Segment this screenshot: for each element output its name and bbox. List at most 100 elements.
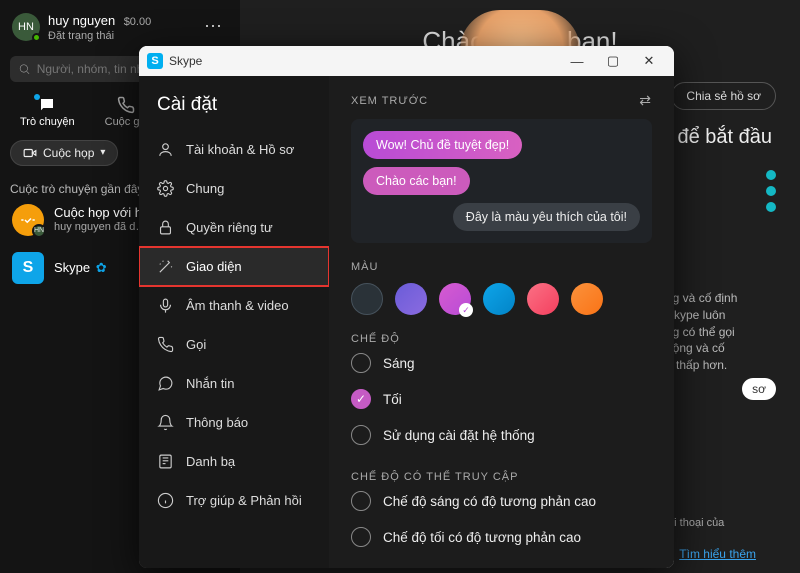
nav-item-privacy[interactable]: Quyền riêng tư bbox=[139, 208, 329, 247]
mini-avatar: HN bbox=[32, 224, 46, 238]
more-icon[interactable]: ⋯ bbox=[198, 16, 228, 37]
settings-nav: Cài đặt Tài khoản & Hồ sơ Chung Quyền ri… bbox=[139, 76, 329, 568]
nav-item-messaging[interactable]: Nhắn tin bbox=[139, 364, 329, 403]
lock-icon bbox=[157, 219, 174, 236]
tile-dots bbox=[676, 170, 776, 212]
user-name: huy nguyen bbox=[48, 13, 115, 28]
presence-dot bbox=[32, 33, 41, 42]
message-icon bbox=[157, 375, 174, 392]
mode-option-system[interactable]: Sử dụng cài đặt hệ thống bbox=[351, 417, 652, 453]
radio-icon bbox=[351, 491, 371, 511]
tab-chats[interactable]: Trò chuyện bbox=[20, 96, 75, 128]
hc-option-dark[interactable]: Chế độ tối có độ tương phản cao bbox=[351, 519, 652, 555]
video-icon bbox=[23, 146, 37, 160]
preview-bubble-out: Chào các bạn! bbox=[363, 167, 470, 195]
maximize-button[interactable]: ▢ bbox=[596, 49, 630, 73]
swap-icon[interactable]: ⇄ bbox=[639, 92, 652, 109]
user-header[interactable]: HN huy nguyen $0.00 Đặt trạng thái ⋯ bbox=[10, 8, 230, 46]
color-swatch-pink[interactable] bbox=[439, 283, 471, 315]
settings-panel: XEM TRƯỚC ⇄ Wow! Chủ đề tuyệt đẹp! Chào … bbox=[329, 76, 674, 568]
bell-icon bbox=[157, 414, 174, 431]
hc-option-light[interactable]: Chế độ sáng có độ tương phản cao bbox=[351, 483, 652, 519]
nav-item-help[interactable]: Trợ giúp & Phản hồi bbox=[139, 481, 329, 520]
info-text: ng và cố định Skype luôn ng có thể gọi đ… bbox=[666, 290, 776, 374]
color-swatch-default[interactable] bbox=[351, 283, 383, 315]
skype-logo-icon: S bbox=[147, 53, 163, 69]
radio-icon bbox=[351, 353, 371, 373]
phone-icon bbox=[157, 336, 174, 353]
verified-icon: ✿ bbox=[92, 260, 107, 275]
avatar[interactable]: HN bbox=[12, 13, 40, 41]
phone-icon bbox=[117, 96, 135, 114]
nav-label: Nhắn tin bbox=[186, 376, 234, 391]
color-swatch-orange[interactable] bbox=[571, 283, 603, 315]
contacts-icon bbox=[157, 453, 174, 470]
nav-label: Gọi bbox=[186, 337, 206, 352]
nav-label: Thông báo bbox=[186, 415, 248, 430]
radio-icon bbox=[351, 527, 371, 547]
preview-bubble-in: Đây là màu yêu thích của tôi! bbox=[453, 203, 640, 231]
nav-label: Quyền riêng tư bbox=[186, 220, 273, 235]
nav-item-calling[interactable]: Gọi bbox=[139, 325, 329, 364]
avatar-initials: HN bbox=[18, 21, 34, 33]
conversation-avatar: HN bbox=[12, 204, 44, 236]
start-text: để bắt đầu bbox=[677, 126, 772, 149]
share-profile-button[interactable]: Chia sẻ hồ sơ bbox=[671, 82, 776, 110]
conversation-title: Skype ✿ bbox=[54, 260, 107, 276]
tab-chats-label: Trò chuyện bbox=[20, 116, 75, 128]
nav-label: Âm thanh & video bbox=[186, 298, 289, 313]
color-swatch-purple[interactable] bbox=[395, 283, 427, 315]
nav-label: Giao diện bbox=[186, 259, 242, 274]
theme-preview: Wow! Chủ đề tuyệt đẹp! Chào các bạn! Đây… bbox=[351, 119, 652, 243]
mode-option-light[interactable]: Sáng bbox=[351, 345, 652, 381]
settings-window: S Skype — ▢ ✕ Cài đặt Tài khoản & Hồ sơ … bbox=[139, 46, 674, 568]
nav-item-notifications[interactable]: Thông báo bbox=[139, 403, 329, 442]
person-icon bbox=[157, 141, 174, 158]
settings-heading: Cài đặt bbox=[139, 90, 329, 130]
nav-label: Danh bạ bbox=[186, 454, 235, 469]
nav-item-general[interactable]: Chung bbox=[139, 169, 329, 208]
titlebar[interactable]: S Skype — ▢ ✕ bbox=[139, 46, 674, 76]
radio-icon bbox=[351, 425, 371, 445]
preview-label: XEM TRƯỚC bbox=[351, 95, 428, 107]
preview-bubble-out: Wow! Chủ đề tuyệt đẹp! bbox=[363, 131, 522, 159]
nav-label: Tài khoản & Hồ sơ bbox=[186, 142, 294, 157]
nav-item-audio-video[interactable]: Âm thanh & video bbox=[139, 286, 329, 325]
mic-icon bbox=[157, 297, 174, 314]
minimize-button[interactable]: — bbox=[560, 49, 594, 73]
mode-option-dark[interactable]: Tối bbox=[351, 381, 652, 417]
hc-label: Chế độ tối có độ tương phản cao bbox=[383, 530, 581, 545]
chat-icon bbox=[38, 96, 56, 114]
mode-label: Sáng bbox=[383, 356, 415, 371]
mode-label: Tối bbox=[383, 392, 402, 407]
nav-item-appearance[interactable]: Giao diện bbox=[139, 247, 329, 286]
nav-item-contacts[interactable]: Danh bạ bbox=[139, 442, 329, 481]
notification-dot bbox=[34, 94, 40, 100]
pill-fragment[interactable]: sơ bbox=[742, 378, 776, 400]
nav-item-account[interactable]: Tài khoản & Hồ sơ bbox=[139, 130, 329, 169]
skype-avatar: S bbox=[12, 252, 44, 284]
meet-button[interactable]: Cuộc họp ▾ bbox=[10, 140, 118, 166]
mode-heading: CHẾ ĐỘ bbox=[351, 333, 652, 345]
color-swatch-coral[interactable] bbox=[527, 283, 559, 315]
hero-illustration bbox=[460, 10, 580, 50]
radio-icon bbox=[351, 389, 371, 409]
close-button[interactable]: ✕ bbox=[632, 49, 666, 73]
color-heading: MÀU bbox=[351, 261, 652, 273]
mode-label: Sử dụng cài đặt hệ thống bbox=[383, 428, 535, 443]
color-swatch-blue[interactable] bbox=[483, 283, 515, 315]
hc-heading: CHẾ ĐỘ CÓ THỂ TRUY CẬP bbox=[351, 471, 652, 483]
status-prompt[interactable]: Đặt trạng thái bbox=[48, 30, 151, 42]
gear-icon bbox=[157, 180, 174, 197]
meet-button-label: Cuộc họp bbox=[43, 146, 94, 160]
color-swatches bbox=[351, 283, 652, 315]
chevron-down-icon: ▾ bbox=[100, 147, 105, 158]
search-icon bbox=[18, 62, 31, 76]
info-icon bbox=[157, 492, 174, 509]
nav-label: Chung bbox=[186, 181, 224, 196]
nav-label: Trợ giúp & Phản hồi bbox=[186, 493, 302, 508]
window-title: Skype bbox=[169, 54, 202, 68]
balance: $0.00 bbox=[124, 16, 152, 28]
hc-label: Chế độ sáng có độ tương phản cao bbox=[383, 494, 596, 509]
learn-more-link[interactable]: Tìm hiểu thêm bbox=[679, 547, 756, 561]
